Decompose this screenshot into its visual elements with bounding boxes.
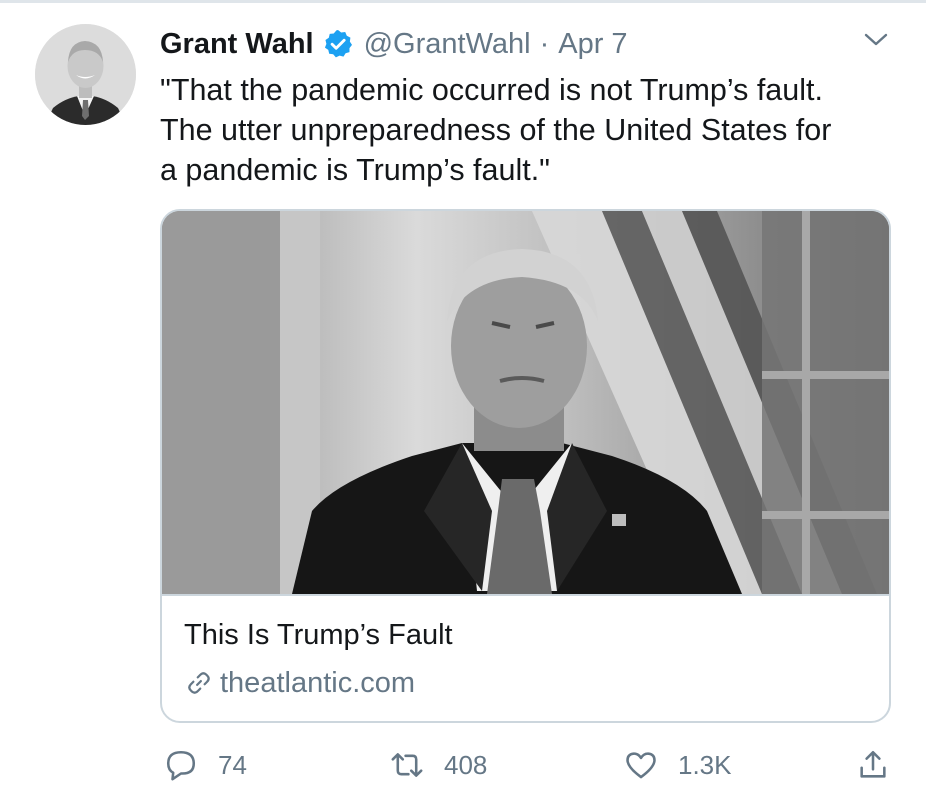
retweet-count: 408 [444,749,488,780]
retweet-button[interactable]: 408 [390,742,487,788]
tweet-text: "That the pandemic occurred is not Trump… [160,73,832,187]
top-divider [0,0,926,3]
card-title[interactable]: This Is Trump’s Fault [184,615,453,655]
tweet-header: Grant Wahl @GrantWahl · Apr 7 [160,26,628,62]
tweet-actions: 74 408 1.3K [160,742,900,788]
header-separator: · [539,28,550,60]
share-button[interactable] [856,742,890,788]
retweet-icon [391,753,423,777]
card-domain-text: theatlantic.com [220,666,416,699]
link-icon [188,672,210,694]
card-divider [162,594,889,596]
author-name[interactable]: Grant Wahl [160,26,314,62]
link-card[interactable]: This Is Trump’s Fault theatlantic.com [160,209,891,723]
tweet-date[interactable]: Apr 7 [558,26,627,62]
like-button[interactable]: 1.3K [624,742,732,788]
avatar[interactable] [35,24,136,125]
author-handle[interactable]: @GrantWahl [364,26,531,62]
card-domain[interactable]: theatlantic.com [184,663,415,703]
heart-icon [626,752,656,779]
chevron-down-icon[interactable] [862,30,890,50]
reply-icon [166,750,196,781]
reply-button[interactable]: 74 [164,742,247,788]
share-icon [860,750,886,778]
reply-count: 74 [218,749,247,780]
like-count: 1.3K [678,749,732,780]
verified-badge-icon [324,30,352,58]
card-image[interactable] [162,211,889,594]
